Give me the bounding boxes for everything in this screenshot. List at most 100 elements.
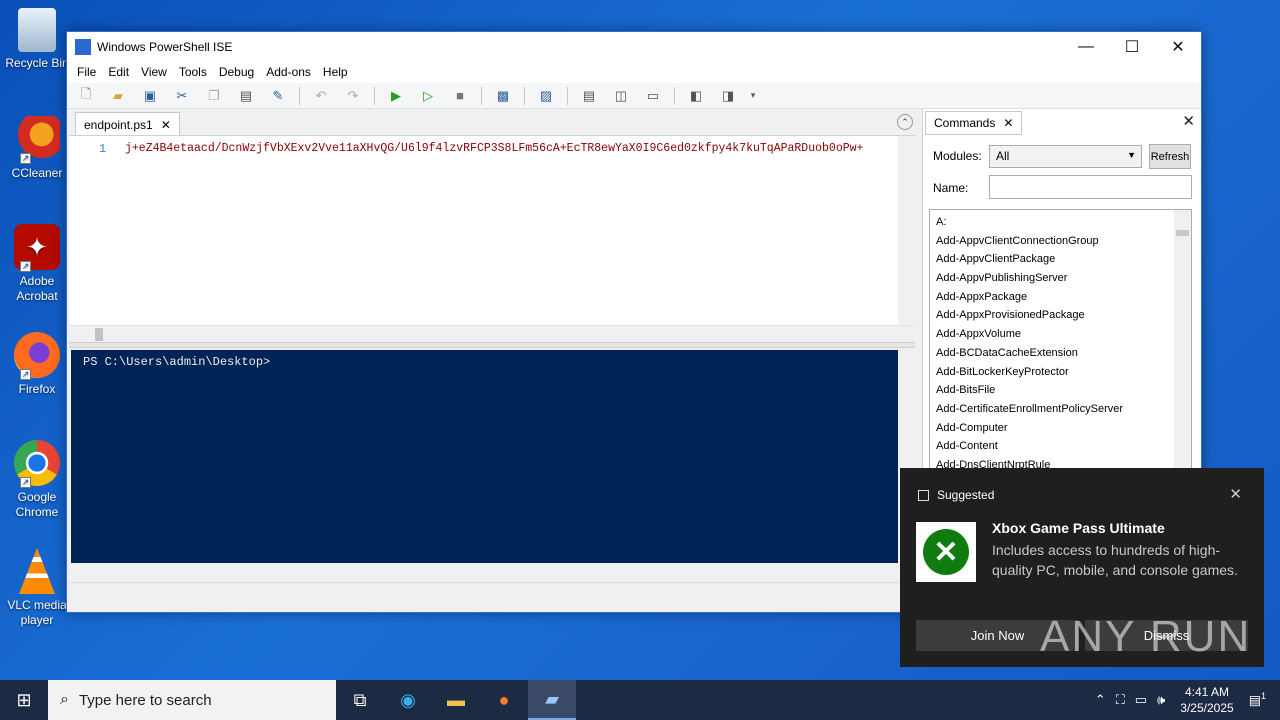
tab-commands[interactable]: Commands ✕ [925, 111, 1023, 135]
menu-tools[interactable]: Tools [173, 65, 213, 79]
menu-bar: File Edit View Tools Debug Add-ons Help [67, 61, 1201, 83]
volume-icon[interactable]: 🕪 [1157, 692, 1165, 708]
list-item[interactable]: Add-CertificateEnrollmentPolicyServer [936, 400, 1191, 419]
toast-body: Includes access to hundreds of high-qual… [992, 542, 1238, 578]
xbox-icon: ✕ [923, 529, 969, 575]
desktop-icon-firefox[interactable]: ↗ Firefox [4, 332, 70, 397]
console-pane[interactable]: PS C:\Users\admin\Desktop> [71, 350, 898, 563]
menu-view[interactable]: View [135, 65, 173, 79]
menu-edit[interactable]: Edit [102, 65, 135, 79]
list-item[interactable]: Add-AppxProvisionedPackage [936, 306, 1191, 325]
menu-debug[interactable]: Debug [213, 65, 260, 79]
clock-time: 4:41 AM [1184, 685, 1229, 699]
run-script-icon[interactable]: ▶ [385, 86, 407, 106]
list-item[interactable]: Add-Computer [936, 419, 1191, 438]
network-icon[interactable]: ▭ [1135, 692, 1147, 708]
list-item[interactable]: Add-AppxPackage [936, 288, 1191, 307]
remote-powershell-icon[interactable]: ▩ [492, 86, 514, 106]
list-item[interactable]: Add-AppvClientConnectionGroup [936, 232, 1191, 251]
list-item[interactable]: Add-AppvPublishingServer [936, 269, 1191, 288]
pane-splitter[interactable] [69, 342, 915, 348]
close-tab-icon[interactable]: ✕ [161, 118, 171, 132]
close-tab-icon[interactable]: ✕ [1003, 116, 1013, 130]
title-bar[interactable]: Windows PowerShell ISE — ☐ ✕ [67, 32, 1201, 61]
desktop-icon-vlc[interactable]: VLC media player [4, 548, 70, 628]
copy-icon[interactable]: ❐ [203, 86, 225, 106]
notification-center-icon[interactable]: ▤1 [1249, 691, 1266, 708]
list-item[interactable]: Add-AppxVolume [936, 325, 1191, 344]
device-icon[interactable]: ⛶ [1116, 692, 1125, 708]
task-view-icon[interactable]: ⧉ [336, 680, 384, 720]
new-file-icon[interactable]: 🗋 [75, 86, 97, 106]
close-button[interactable]: ✕ [1155, 32, 1201, 61]
undo-icon[interactable]: ↶ [310, 86, 332, 106]
toolbar-separator [567, 86, 568, 105]
chevron-up-icon[interactable]: ⌃ [1095, 692, 1106, 708]
taskbar-search-box[interactable]: ⌕ Type here to search [48, 680, 336, 720]
suggested-icon [918, 489, 929, 501]
list-item[interactable]: Add-BitsFile [936, 381, 1191, 400]
name-filter-input[interactable] [989, 175, 1192, 199]
show-script-pane-icon[interactable]: ◧ [685, 86, 707, 106]
menu-help[interactable]: Help [317, 65, 354, 79]
status-bar [69, 582, 915, 612]
scrollbar-thumb[interactable] [95, 328, 103, 341]
toast-title: Xbox Game Pass Ultimate [992, 520, 1165, 536]
list-item[interactable]: A: [936, 213, 1191, 232]
shortcut-arrow-icon: ↗ [20, 153, 31, 164]
tab-endpoint-ps1[interactable]: endpoint.ps1 ✕ [75, 112, 180, 136]
list-item[interactable]: Add-AppvClientPackage [936, 250, 1191, 269]
script-and-console-pane: endpoint.ps1 ✕ ⌃ 1 j+eZ4B4etaacd/DcnWzjf… [69, 109, 915, 612]
desktop-icon-label: Adobe Acrobat [16, 274, 58, 303]
clear-console-icon[interactable]: ✎ [267, 86, 289, 106]
scrollbar-thumb[interactable] [1176, 230, 1189, 236]
layout-max-icon[interactable]: ▭ [642, 86, 664, 106]
toolbar-overflow-icon[interactable]: ▾ [749, 86, 757, 106]
search-icon: ⌕ [60, 691, 69, 708]
stop-icon[interactable]: ■ [449, 86, 471, 106]
clock-date: 3/25/2025 [1180, 701, 1234, 715]
edge-icon[interactable]: ◉ [384, 680, 432, 720]
open-folder-icon[interactable]: ▰ [107, 86, 129, 106]
console-horizontal-scrollbar[interactable] [69, 563, 898, 579]
layout-right-icon[interactable]: ◫ [610, 86, 632, 106]
minimize-button[interactable]: — [1063, 32, 1109, 61]
code-line[interactable]: j+eZ4B4etaacd/DcnWzjfVbXExv2Vve11aXHvQG/… [125, 142, 895, 155]
window-title: Windows PowerShell ISE [97, 39, 233, 54]
modules-dropdown[interactable]: All ▼ [989, 145, 1142, 168]
start-powershell-icon[interactable]: ▨ [535, 86, 557, 106]
list-item[interactable]: Add-BCDataCacheExtension [936, 344, 1191, 363]
file-explorer-icon[interactable]: ▬ [432, 680, 480, 720]
list-item[interactable]: Add-BitLockerKeyProtector [936, 363, 1191, 382]
close-icon[interactable]: ✕ [1229, 485, 1242, 503]
clock[interactable]: 4:41 AM 3/25/2025 [1180, 684, 1233, 716]
firefox-taskbar-icon[interactable]: ● [480, 680, 528, 720]
command-list-scrollbar[interactable] [1174, 210, 1191, 468]
desktop-icon-adobe-acrobat[interactable]: ✦ ↗ Adobe Acrobat [4, 224, 70, 304]
editor-horizontal-scrollbar[interactable] [69, 325, 915, 342]
powershell-ise-taskbar-icon[interactable]: ▰ [528, 680, 576, 720]
list-item[interactable]: Add-Content [936, 437, 1191, 456]
paste-icon[interactable]: ▤ [235, 86, 257, 106]
menu-add-ons[interactable]: Add-ons [260, 65, 317, 79]
cut-icon[interactable]: ✂ [171, 86, 193, 106]
toolbar-separator [674, 86, 675, 105]
save-icon[interactable]: ▣ [139, 86, 161, 106]
start-button[interactable]: ⊞ [0, 680, 48, 720]
show-command-addon-icon[interactable]: ◨ [717, 86, 739, 106]
redo-icon[interactable]: ↷ [342, 86, 364, 106]
desktop-icon-google-chrome[interactable]: ↗ Google Chrome [4, 440, 70, 520]
layout-top-icon[interactable]: ▤ [578, 86, 600, 106]
collapse-script-pane-icon[interactable]: ⌃ [897, 114, 913, 130]
maximize-button[interactable]: ☐ [1109, 32, 1155, 61]
desktop-icon-recycle-bin[interactable]: Recycle Bin [4, 8, 70, 71]
close-pane-icon[interactable]: ✕ [1182, 112, 1195, 130]
refresh-button[interactable]: Refresh [1149, 144, 1191, 169]
shortcut-arrow-icon: ↗ [20, 369, 31, 380]
editor-vertical-scrollbar[interactable] [898, 136, 915, 326]
run-selection-icon[interactable]: ▷ [417, 86, 439, 106]
modules-selected-value: All [996, 149, 1010, 163]
script-editor[interactable]: 1 j+eZ4B4etaacd/DcnWzjfVbXExv2Vve11aXHvQ… [69, 135, 915, 326]
desktop-icon-ccleaner[interactable]: ↗ CCleaner [4, 116, 70, 181]
menu-file[interactable]: File [71, 65, 102, 79]
